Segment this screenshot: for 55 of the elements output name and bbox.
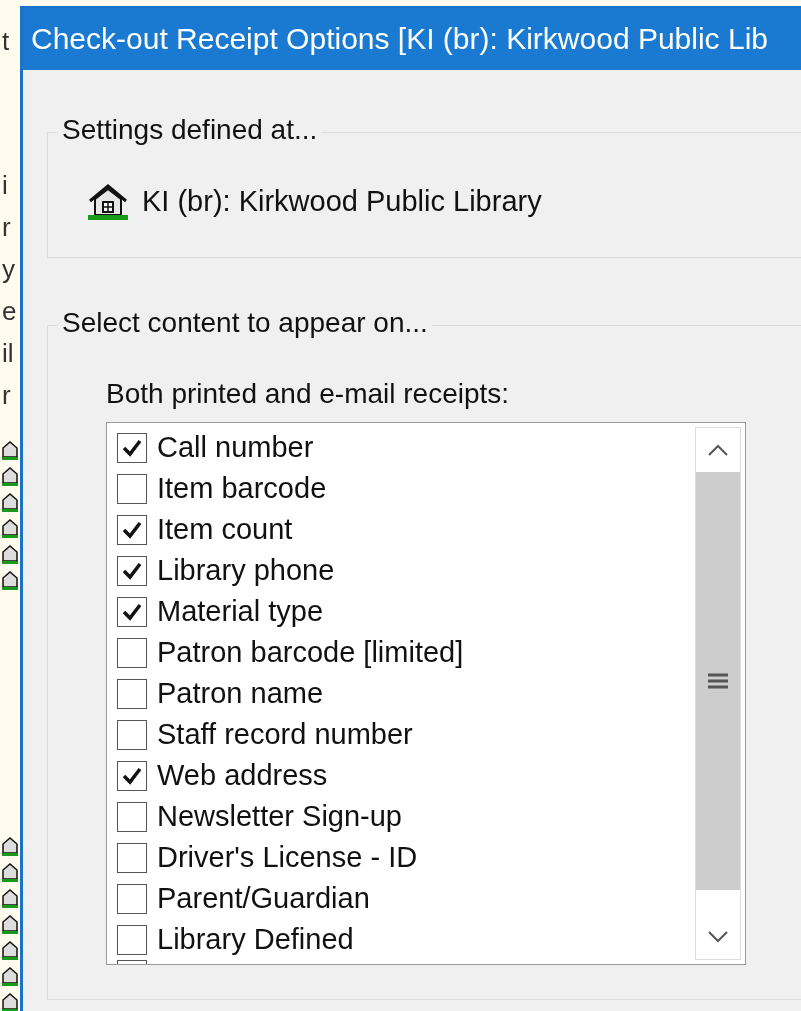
list-item[interactable]: Patron name [117, 673, 695, 714]
house-icon [2, 440, 18, 460]
checkbox[interactable] [117, 514, 147, 545]
background-text: e [1, 295, 18, 328]
list-label: Both printed and e-mail receipts: [106, 378, 511, 410]
checkbox[interactable] [117, 637, 147, 668]
scrollbar[interactable] [695, 427, 741, 960]
window-title: Check-out Receipt Options [KI (br): Kirkwood Public Lib [31, 22, 768, 56]
checkbox[interactable] [117, 760, 147, 791]
checkbox[interactable] [117, 678, 147, 709]
house-icon [2, 492, 18, 512]
house-icon [86, 181, 130, 221]
location-name: KI (br): Kirkwood Public Library [142, 184, 542, 218]
checkbox[interactable] [117, 924, 147, 955]
background-text: t [1, 25, 11, 58]
list-item[interactable]: Item barcode [117, 468, 695, 509]
checkbox[interactable] [117, 596, 147, 627]
chevron-up-icon [707, 443, 729, 457]
list-item[interactable]: Web address [117, 755, 695, 796]
list-item[interactable]: Driver's License - ID [117, 837, 695, 878]
list-item[interactable]: Material type [117, 591, 695, 632]
background-text: r [1, 379, 12, 412]
checkbox[interactable] [117, 719, 147, 750]
scroll-thumb[interactable] [696, 472, 740, 890]
house-icon [2, 992, 18, 1011]
background-text: y [1, 253, 16, 286]
house-icon [2, 518, 18, 538]
house-icon [2, 570, 18, 590]
house-icon [2, 940, 18, 960]
checkbox[interactable] [117, 432, 147, 463]
list-item[interactable]: Library Defined [117, 919, 695, 960]
background-text: r [1, 211, 12, 244]
background-text: i [1, 169, 9, 202]
chevron-down-icon [707, 930, 729, 944]
house-icon [2, 966, 18, 986]
checkbox[interactable] [117, 883, 147, 914]
list-item[interactable]: Item count [117, 509, 695, 550]
checkbox[interactable] [117, 842, 147, 873]
checkbox[interactable] [117, 555, 147, 586]
house-icon [2, 544, 18, 564]
checkbox[interactable] [117, 473, 147, 504]
house-icon [2, 836, 18, 856]
checkbox[interactable] [117, 801, 147, 832]
grip-icon [708, 673, 728, 689]
house-icon [2, 888, 18, 908]
list-item[interactable]: Library phone [117, 550, 695, 591]
house-icon [2, 466, 18, 486]
list-item[interactable]: Patron barcode [limited] [117, 632, 695, 673]
list-item[interactable]: Newsletter Sign-up [117, 796, 695, 837]
list-item[interactable]: Staff record number [117, 714, 695, 755]
background-text: il [1, 337, 15, 370]
list-item[interactable]: Parent/Guardian [117, 878, 695, 919]
house-icon [2, 914, 18, 934]
house-icon [2, 862, 18, 882]
list-item[interactable]: Call number [117, 427, 695, 468]
